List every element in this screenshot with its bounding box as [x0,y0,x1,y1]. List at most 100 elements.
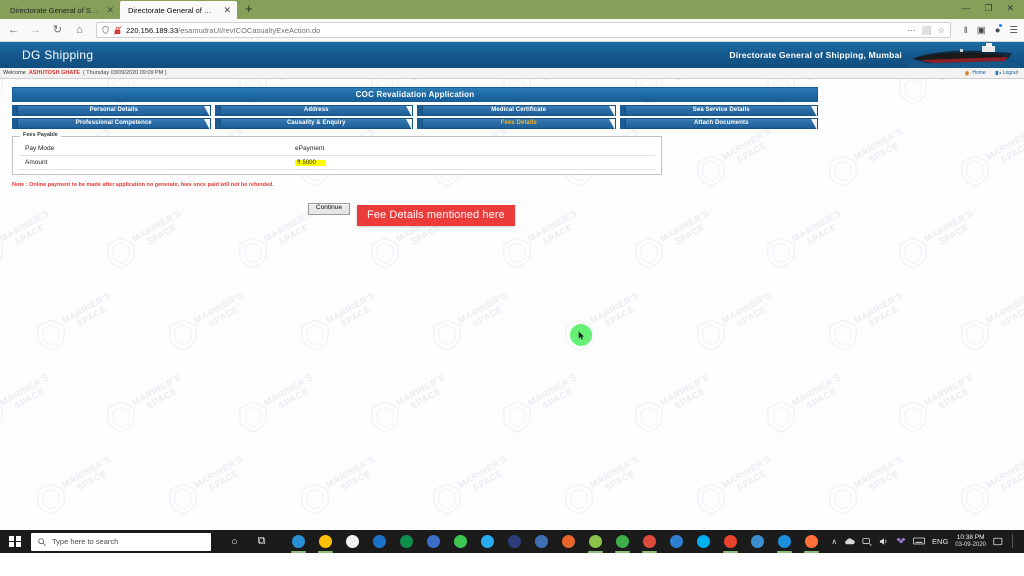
window-controls: — ❐ ✕ [961,0,1020,17]
microsoft-store-icon-glyph [346,535,359,548]
browser-tabstrip: Directorate General of Shipping :: G ✕ D… [0,0,1024,19]
watermark-text: MARINER'S SPACE [658,371,711,412]
avast-icon-glyph [724,535,737,548]
page-content: MARINER'S SPACE MARINER'S SPACE MARINER'S … [0,42,1024,553]
cortana-icon[interactable]: ○ [221,530,248,553]
page-actions-icon[interactable]: ⋯ [908,26,916,35]
powershell-icon[interactable] [420,530,447,553]
close-icon[interactable]: ✕ [219,5,231,16]
tab-fees-details[interactable]: Fees Details [417,118,616,130]
header-links: Home Logout [964,70,1024,76]
watermark-emblem-icon [697,319,725,351]
browser-tab-2[interactable]: Directorate General of Shipping ✕ [120,1,237,19]
tray-chevron-icon[interactable]: ∧ [832,537,838,546]
watermark-text: MARINER'S SPACE [984,453,1024,494]
sidebar-icon[interactable]: ▣ [977,25,986,36]
teamviewer-icon-glyph [778,535,791,548]
welcome-label: Welcome [3,70,26,76]
tab-causality-enquiry-label: Causality & Enquiry [219,118,413,130]
file-explorer-icon[interactable] [312,530,339,553]
task-view-icon[interactable]: ⧉ [248,530,275,553]
watermark-emblem-icon [899,237,927,269]
firefox-icon[interactable] [798,530,825,553]
start-button[interactable] [0,530,30,553]
keyboard-icon[interactable] [913,537,926,545]
back-icon[interactable]: ← [6,24,21,36]
reader-mode-icon[interactable]: ⬜ [922,26,932,35]
tab-professional-competence[interactable]: Professional Competence [12,118,211,130]
close-window-icon[interactable]: ✕ [1006,4,1014,13]
watermark-text: MARINER'S SPACE [852,289,905,330]
notepad-icon[interactable] [744,530,771,553]
vscode-icon-glyph [670,535,683,548]
account-icon[interactable]: ● [995,23,1003,36]
search-input[interactable]: Type here to search [31,532,211,551]
minimize-icon[interactable]: — [961,4,970,13]
library-icon[interactable]: ‖ [964,25,968,36]
whatsapp-icon[interactable] [447,530,474,553]
broken-lock-icon [114,26,121,35]
dropbox-icon[interactable] [896,537,906,546]
browser-navigation-bar: ← → ↻ ⌂ 220.156.189.33/esamudraUI/revICO… [0,19,1024,42]
reload-icon[interactable]: ↻ [50,24,65,36]
home-icon[interactable]: ⌂ [72,24,87,36]
tab-sea-service-details[interactable]: Sea Service Details [619,105,818,117]
search-icon [38,537,46,546]
tab-address[interactable]: Address [214,105,413,117]
watermark-text: MARINER'S SPACE [130,371,183,412]
browser-tab-1[interactable]: Directorate General of Shipping :: G ✕ [2,1,120,19]
new-tab-button[interactable]: + [237,0,261,19]
telegram-icon[interactable] [474,530,501,553]
fees-table: Pay Mode ePayment Amount ₹ 5000 [19,142,655,170]
system-tray: ∧ ENG 10:38 PM 03-09-2020 [832,534,1024,549]
opera-icon[interactable] [393,530,420,553]
skype-icon[interactable] [690,530,717,553]
annotation-callout: Fee Details mentioned here [357,205,515,226]
watermark-text: MARINER'S SPACE [130,207,183,248]
continue-button[interactable]: Continue [308,203,351,215]
action-center-icon[interactable] [993,537,1003,546]
watermark-text: MARINER'S SPACE [0,207,51,248]
volume-icon[interactable] [879,537,889,546]
microsoft-store-icon[interactable] [339,530,366,553]
photos-icon[interactable] [582,530,609,553]
menu-icon[interactable]: ☰ [1009,25,1018,36]
show-desktop-button[interactable] [1012,534,1020,549]
site-header: DG Shipping Directorate General of Shipp… [0,42,1024,68]
utorrent-icon[interactable] [609,530,636,553]
network-icon[interactable] [862,537,872,546]
antivirus-icon[interactable] [555,530,582,553]
tab-attach-documents[interactable]: Attach Documents [619,118,818,130]
taskbar-clock[interactable]: 10:38 PM 03-09-2020 [955,534,986,548]
watermark-emblem-icon [433,483,461,515]
header-link-home[interactable]: Home [964,70,986,76]
watermark-emblem-icon [169,483,197,515]
watermark-text: MARINER'S SPACE [60,289,113,330]
lock-app-icon[interactable] [501,530,528,553]
watermark-emblem-icon [169,319,197,351]
application-tabs-row-2: Professional Competence Causality & Enqu… [12,118,818,130]
maximize-icon[interactable]: ❐ [984,4,992,13]
onedrive-icon[interactable] [844,537,855,546]
tab-medical-certificate[interactable]: Medical Certificate [417,105,616,117]
vscode-icon[interactable] [663,530,690,553]
avast-icon[interactable] [717,530,744,553]
tab-causality-enquiry[interactable]: Causality & Enquiry [214,118,413,130]
watermark-emblem-icon [767,401,795,433]
language-indicator[interactable]: ENG [932,537,948,546]
watermark-text: MARINER'S SPACE [588,453,641,494]
teamviewer-icon[interactable] [771,530,798,553]
header-link-logout[interactable]: Logout [995,70,1018,76]
tab-personal-details[interactable]: Personal Details [12,105,211,117]
mail-icon[interactable] [366,530,393,553]
forward-icon[interactable]: → [28,24,43,36]
close-icon[interactable]: ✕ [102,5,114,16]
watermark-text: MARINER'S SPACE [852,453,905,494]
url-bar[interactable]: 220.156.189.33/esamudraUI/revICOCasualty… [96,22,951,38]
remote-desktop-icon-glyph [535,535,548,548]
chrome-icon[interactable] [636,530,663,553]
edge-icon[interactable] [285,530,312,553]
watermark-emblem-icon [829,319,857,351]
remote-desktop-icon[interactable] [528,530,555,553]
bookmark-star-icon[interactable]: ☆ [938,26,945,35]
